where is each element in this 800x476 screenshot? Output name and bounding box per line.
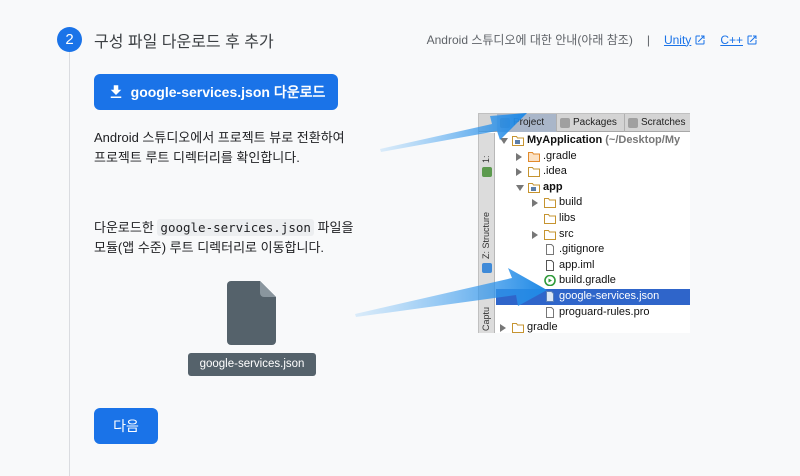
tab-scratches: Scratches: [625, 114, 690, 132]
help-text: Android 스튜디오에 대한 안내(아래 참조): [426, 33, 633, 47]
step-rail: [69, 52, 70, 476]
tree-item-label: app.iml: [559, 258, 595, 271]
download-button-label: google-services.json 다운로드: [130, 84, 326, 100]
expanded-arrow-icon[interactable]: [516, 184, 524, 191]
json-file-icon: [544, 290, 556, 302]
tree-item[interactable]: proguard-rules.pro: [496, 305, 690, 321]
side-label-captures: Captu: [481, 306, 491, 331]
folder-icon: [544, 213, 556, 224]
tree-item-label: gradle: [527, 321, 558, 333]
gradle-icon: [544, 275, 556, 287]
download-icon: [110, 85, 121, 98]
tree-item-label: proguard-rules.pro: [559, 305, 650, 318]
tree-item-label: google-services.json: [559, 289, 660, 302]
packages-icon: [560, 118, 570, 128]
step-title: 구성 파일 다운로드 후 추가: [94, 34, 274, 51]
side-label-project: 1:: [481, 155, 491, 163]
tree-item[interactable]: app.iml: [496, 258, 690, 274]
file-icon: [544, 244, 556, 256]
next-button[interactable]: 다음: [94, 408, 158, 444]
scratches-icon: [628, 118, 638, 128]
download-config-button[interactable]: google-services.json 다운로드: [94, 74, 338, 110]
tree-item-label: libs: [559, 211, 576, 224]
tree-item[interactable]: build: [496, 195, 690, 211]
android-studio-project-panel: Project Packages Scratches 1: Z: Structu…: [478, 113, 690, 333]
collapsed-arrow-icon[interactable]: [516, 168, 522, 177]
collapsed-arrow-icon[interactable]: [532, 230, 538, 239]
collapsed-arrow-icon[interactable]: [516, 152, 522, 161]
tree-item[interactable]: app: [496, 180, 690, 196]
external-link-icon: [695, 35, 705, 44]
tree-item[interactable]: build.gradle: [496, 273, 690, 289]
file-document-icon: [227, 281, 276, 345]
instruction-project-view: Android 스튜디오에서 프로젝트 뷰로 전환하여 프로젝트 루트 디렉터리…: [94, 130, 345, 165]
side-label-structure: Z: Structure: [481, 211, 491, 259]
tree-item-label: .idea: [543, 165, 567, 178]
iml-file-icon: [544, 259, 556, 271]
tree-item[interactable]: src: [496, 227, 690, 243]
cpp-link[interactable]: C++: [720, 33, 758, 47]
tree-item[interactable]: gradle: [496, 320, 690, 333]
folder-icon: [512, 322, 524, 333]
file-name-label: google-services.json: [188, 353, 316, 376]
tree-item-path: (~/Desktop/My: [602, 134, 681, 146]
module-folder-icon: [528, 182, 540, 193]
project-icon: [500, 118, 510, 128]
tree-item-label: src: [559, 227, 574, 240]
android-icon: [482, 167, 492, 177]
tree-item-label: app: [543, 180, 563, 193]
module-folder-icon: [512, 135, 524, 146]
tree-item[interactable]: .gradle: [496, 149, 690, 165]
unity-link[interactable]: Unity: [664, 33, 706, 47]
tree-item-label: build: [559, 196, 583, 209]
tree-item[interactable]: .idea: [496, 164, 690, 180]
collapsed-arrow-icon[interactable]: [532, 199, 538, 208]
collapsed-arrow-icon[interactable]: [500, 324, 506, 333]
build-variants-icon: [482, 263, 492, 273]
tree-item-label: .gradle: [543, 149, 577, 162]
tree-item-label: build.gradle: [559, 274, 616, 287]
project-tree: MyApplication (~/Desktop/My .gradle .idea a…: [496, 133, 690, 333]
tree-item-label: .gitignore: [559, 243, 605, 256]
ide-tab-bar: Project Packages Scratches: [479, 114, 690, 132]
help-links: Android 스튜디오에 대한 안내(아래 참조) | Unity C++: [427, 31, 758, 48]
tree-item[interactable]: libs: [496, 211, 690, 227]
tab-project: Project: [497, 114, 557, 132]
folder-orange-icon: [528, 151, 540, 162]
external-link-icon: [747, 35, 757, 44]
tree-item[interactable]: .gitignore: [496, 242, 690, 258]
folder-icon: [528, 166, 540, 178]
tab-packages: Packages: [557, 114, 625, 132]
tree-item-label: MyApplication (~/Desktop/My: [527, 134, 681, 146]
tree-item[interactable]: google-services.json: [496, 288, 690, 305]
folder-icon: [544, 229, 556, 240]
filename-code: google-services.json: [157, 219, 314, 236]
tree-item[interactable]: MyApplication (~/Desktop/My: [496, 133, 690, 149]
file-icon: [544, 306, 556, 318]
expanded-arrow-icon[interactable]: [500, 138, 508, 144]
folder-icon: [544, 197, 556, 209]
step-number-badge: 2: [57, 27, 82, 52]
instruction-move-file: 다운로드한 google-services.json 파일을 모듈(앱 수준) …: [94, 219, 354, 255]
ide-side-strip: 1: Z: Structure Captu: [479, 133, 495, 333]
separator: |: [646, 32, 650, 47]
